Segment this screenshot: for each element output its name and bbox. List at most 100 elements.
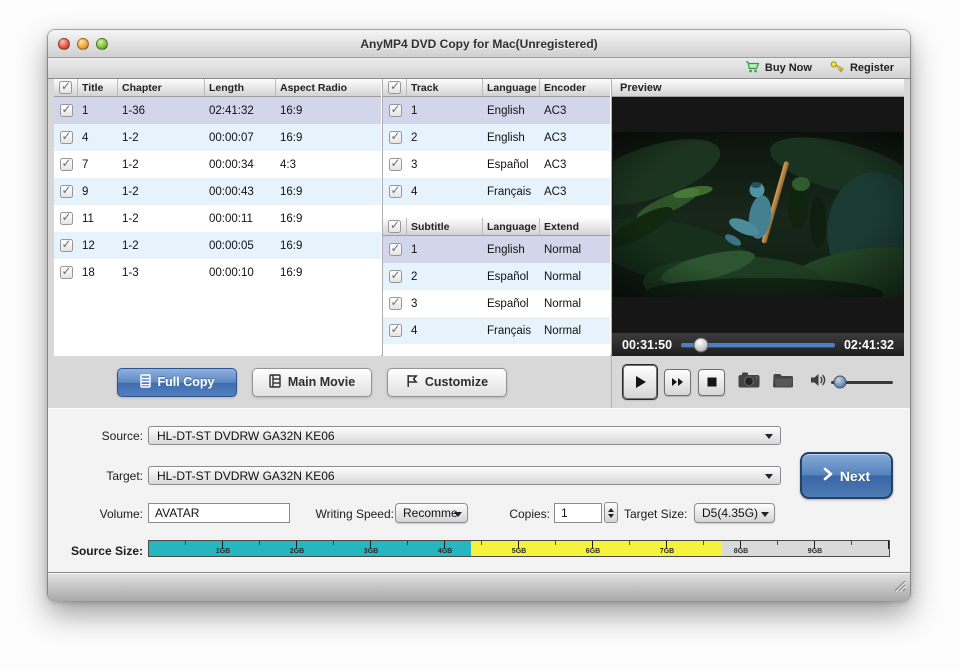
table-row[interactable]: 12 1-2 00:00:05 16:9 — [54, 232, 381, 259]
table-row[interactable]: 3 Español AC3 — [383, 151, 610, 178]
row-checkbox[interactable] — [54, 131, 78, 144]
cell-track: 2 — [407, 132, 483, 144]
cell-length: 02:41:32 — [205, 105, 276, 117]
target-size-dropdown[interactable]: D5(4.35G) — [694, 503, 775, 523]
table-row[interactable]: 11 1-2 00:00:11 16:9 — [54, 205, 381, 232]
seek-bar: 00:31:50 02:41:32 — [612, 333, 904, 356]
copies-field[interactable] — [554, 503, 602, 523]
table-row[interactable]: 1 1-36 02:41:32 16:9 — [54, 97, 381, 124]
cell-aspect: 16:9 — [276, 132, 381, 144]
volume-slider[interactable] — [831, 381, 893, 384]
writing-speed-dropdown[interactable]: Recomme — [395, 503, 468, 523]
total-time: 02:41:32 — [844, 338, 894, 352]
cell-title: 4 — [78, 132, 118, 144]
volume-name-field[interactable] — [148, 503, 290, 523]
play-button[interactable] — [623, 365, 657, 399]
table-row[interactable]: 1 English AC3 — [383, 97, 610, 124]
chevron-down-icon — [765, 474, 773, 479]
seek-thumb[interactable] — [694, 337, 709, 352]
cell-chapter: 1-36 — [118, 105, 205, 117]
row-checkbox[interactable] — [383, 324, 407, 337]
table-row[interactable]: 4 Français Normal — [383, 317, 610, 344]
cell-chapter: 1-2 — [118, 240, 205, 252]
cell-encoder: AC3 — [540, 132, 610, 144]
col-header-chapter: Chapter — [118, 79, 205, 96]
snapshot-button[interactable] — [738, 372, 760, 393]
customize-button[interactable]: Customize — [387, 368, 507, 397]
source-label: Source: — [48, 429, 143, 443]
row-checkbox[interactable] — [54, 158, 78, 171]
table-row[interactable]: 4 Français AC3 — [383, 178, 610, 205]
table-gap — [383, 205, 610, 218]
target-dropdown[interactable]: HL-DT-ST DVDRW GA32N KE06 — [148, 466, 781, 485]
row-checkbox[interactable] — [54, 239, 78, 252]
seek-slider[interactable] — [681, 343, 835, 347]
row-checkbox[interactable] — [383, 243, 407, 256]
row-checkbox[interactable] — [383, 185, 407, 198]
row-checkbox[interactable] — [383, 270, 407, 283]
table-row[interactable]: 2 English AC3 — [383, 124, 610, 151]
col-header-title: Title — [78, 79, 118, 96]
gb-tick-label: 1GB — [216, 548, 230, 555]
table-row[interactable]: 9 1-2 00:00:43 16:9 — [54, 178, 381, 205]
main-movie-button[interactable]: Main Movie — [252, 368, 372, 397]
table-row[interactable]: 1 English Normal — [383, 236, 610, 263]
row-checkbox[interactable] — [383, 104, 407, 117]
row-checkbox[interactable] — [383, 158, 407, 171]
stop-button[interactable] — [698, 369, 725, 396]
next-button[interactable]: Next — [800, 452, 893, 499]
table-row[interactable]: 7 1-2 00:00:34 4:3 — [54, 151, 381, 178]
row-checkbox[interactable] — [383, 297, 407, 310]
cell-length: 00:00:43 — [205, 186, 276, 198]
row-checkbox[interactable] — [54, 212, 78, 225]
open-folder-button[interactable] — [773, 372, 794, 393]
buy-now-button[interactable]: Buy Now — [745, 61, 812, 76]
fast-forward-button[interactable] — [664, 369, 691, 396]
volume-thumb[interactable] — [834, 376, 847, 389]
filmstrip-icon — [140, 374, 151, 391]
source-dropdown[interactable]: HL-DT-ST DVDRW GA32N KE06 — [148, 426, 781, 445]
register-label: Register — [850, 62, 894, 74]
table-row[interactable]: 2 Español Normal — [383, 263, 610, 290]
track-subtitle-pane: Track Language Encoder 1 English AC3 2 E… — [382, 79, 610, 356]
col-header-language: Language — [483, 218, 540, 235]
track-table-header: Track Language Encoder — [383, 79, 610, 97]
filmstrip-icon — [269, 374, 281, 391]
table-row[interactable]: 18 1-3 00:00:10 16:9 — [54, 259, 381, 286]
cell-length: 00:00:05 — [205, 240, 276, 252]
full-copy-button[interactable]: Full Copy — [117, 368, 237, 397]
cell-extend: Normal — [540, 271, 610, 283]
tables-zone: Title Chapter Length Aspect Radio 1 1-36… — [54, 79, 904, 356]
cell-track: 4 — [407, 186, 483, 198]
select-all-tracks-checkbox[interactable] — [383, 79, 407, 96]
window-title: AnyMP4 DVD Copy for Mac(Unregistered) — [48, 37, 910, 51]
table-row[interactable]: 3 Español Normal — [383, 290, 610, 317]
folder-icon — [773, 372, 794, 393]
target-label: Target: — [48, 469, 143, 483]
key-icon — [830, 61, 845, 76]
row-checkbox[interactable] — [383, 131, 407, 144]
camera-icon — [738, 372, 760, 393]
col-header-length: Length — [205, 79, 276, 96]
resize-grip[interactable] — [891, 577, 906, 597]
select-all-subtitles-checkbox[interactable] — [383, 218, 407, 235]
video-area: 00:31:50 02:41:32 — [612, 97, 904, 356]
row-checkbox[interactable] — [54, 104, 78, 117]
cell-language: Français — [483, 186, 540, 198]
cell-length: 00:00:10 — [205, 267, 276, 279]
copies-stepper[interactable] — [604, 502, 618, 523]
table-row[interactable]: 4 1-2 00:00:07 16:9 — [54, 124, 381, 151]
cell-extend: Normal — [540, 244, 610, 256]
register-button[interactable]: Register — [830, 61, 894, 76]
row-checkbox[interactable] — [54, 266, 78, 279]
cell-chapter: 1-3 — [118, 267, 205, 279]
gb-tick-label: 7GB — [660, 548, 674, 555]
subtitle-table-header: Subtitle Language Extend — [383, 218, 610, 236]
cell-chapter: 1-2 — [118, 132, 205, 144]
cell-subtitle: 4 — [407, 325, 483, 337]
cell-extend: Normal — [540, 325, 610, 337]
target-value: HL-DT-ST DVDRW GA32N KE06 — [157, 469, 335, 483]
select-all-titles-checkbox[interactable] — [54, 79, 78, 96]
cell-aspect: 16:9 — [276, 186, 381, 198]
row-checkbox[interactable] — [54, 185, 78, 198]
